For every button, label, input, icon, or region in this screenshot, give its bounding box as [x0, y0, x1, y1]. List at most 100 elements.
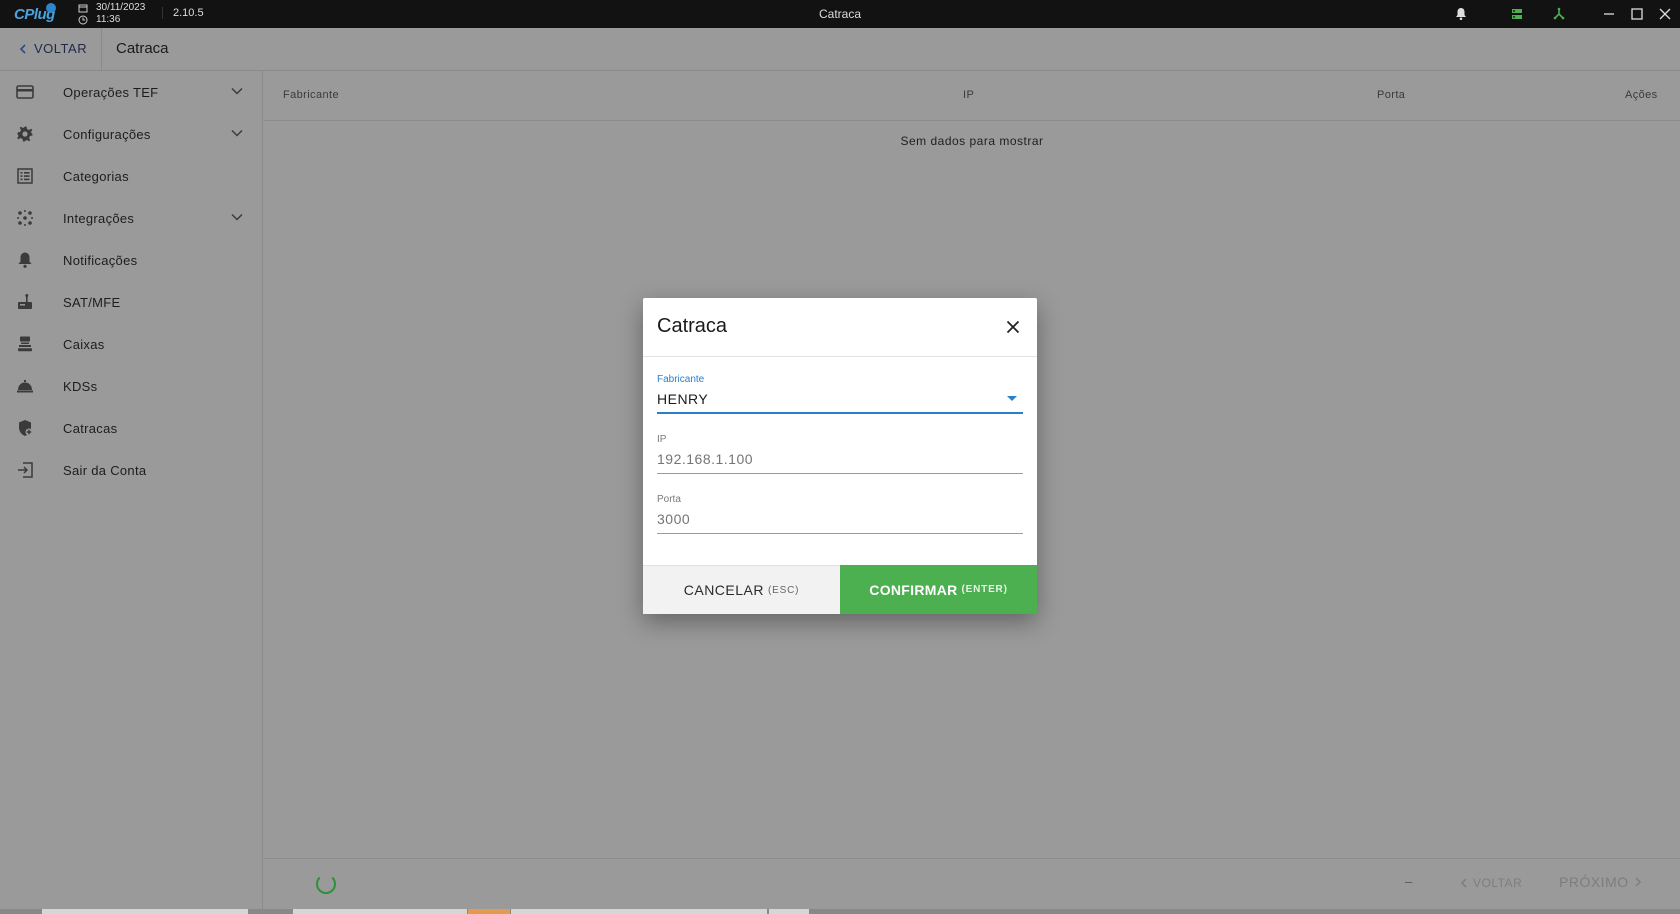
time-text: 11:36 — [96, 14, 121, 25]
sidebar-item-label: Operações TEF — [63, 84, 159, 100]
sat-device-icon — [15, 292, 35, 312]
cancel-button-label: CANCELAR — [683, 582, 764, 598]
close-window-icon[interactable] — [1657, 6, 1673, 22]
cancel-shortcut-hint: (ESC) — [768, 584, 800, 596]
minimize-icon[interactable] — [1601, 6, 1617, 22]
field-underline — [657, 412, 1023, 414]
taskbar-segment — [769, 909, 809, 914]
dialog-close-button[interactable] — [1003, 317, 1023, 337]
confirm-button-label: CONFIRMAR — [869, 581, 958, 598]
dropdown-arrow-icon — [1007, 396, 1017, 401]
ip-label: IP — [657, 434, 667, 445]
dialog-header: Catraca — [643, 298, 1037, 357]
server-status-icon[interactable] — [1509, 6, 1525, 22]
fabricante-select[interactable]: Fabricante HENRY — [657, 374, 1023, 414]
sidebar-item-categorias[interactable]: Categorias — [0, 155, 263, 197]
clock-icon — [78, 15, 88, 25]
turnstile-icon — [15, 418, 35, 438]
previous-page-button[interactable]: VOLTAR — [1459, 876, 1522, 890]
date-time: 30/11/2023 11:36 — [78, 2, 145, 26]
sidebar-item-label: SAT/MFE — [63, 294, 121, 310]
chevron-down-icon — [230, 84, 246, 100]
sidebar-item-configuracoes[interactable]: Configurações — [0, 113, 263, 155]
porta-input[interactable] — [657, 511, 997, 527]
fabricante-label: Fabricante — [657, 374, 705, 385]
taskbar-segment-active — [468, 909, 510, 914]
confirm-button[interactable]: CONFIRMAR (ENTER) — [840, 565, 1037, 614]
sidebar-item-label: KDSs — [63, 378, 98, 394]
chevron-left-icon — [1460, 878, 1467, 888]
page-header: VOLTAR Catraca — [0, 28, 1680, 71]
column-header-fabricante[interactable]: Fabricante — [283, 89, 339, 101]
porta-field: Porta — [657, 494, 1023, 534]
page-indicator: – — [1405, 874, 1413, 889]
chevron-down-icon — [230, 210, 246, 226]
field-underline — [657, 533, 1023, 534]
dialog-title: Catraca — [657, 315, 728, 337]
next-page-button[interactable]: PRÓXIMO — [1559, 874, 1643, 890]
fabricante-value: HENRY — [657, 391, 709, 407]
sidebar-item-label: Caixas — [63, 336, 105, 352]
ip-input[interactable] — [657, 451, 997, 467]
sidebar-item-label: Sair da Conta — [63, 462, 147, 478]
logo-badge — [46, 3, 56, 13]
taskbar-segment — [293, 909, 467, 914]
chevron-right-icon — [1635, 877, 1641, 887]
porta-label: Porta — [657, 494, 681, 505]
integrations-icon — [15, 208, 35, 228]
sidebar-item-label: Catracas — [63, 420, 118, 436]
catraca-dialog: Catraca Fabricante HENRY IP Porta CANCEL… — [643, 298, 1037, 614]
column-header-ip[interactable]: IP — [963, 89, 974, 101]
back-button-label: VOLTAR — [34, 41, 88, 56]
header-divider — [101, 28, 102, 71]
sidebar-item-label: Categorias — [63, 168, 129, 184]
chevron-down-icon — [230, 126, 246, 142]
sidebar-item-label: Integrações — [63, 210, 135, 226]
kds-icon — [15, 376, 35, 396]
date-text: 30/11/2023 — [96, 2, 146, 13]
sidebar-item-operacoes-tef[interactable]: Operações TEF — [0, 71, 263, 113]
field-underline — [657, 473, 1023, 474]
cash-register-icon — [15, 334, 35, 354]
back-button[interactable]: VOLTAR — [18, 41, 87, 56]
version-text: 2.10.5 — [162, 7, 204, 19]
sidebar-item-sair-da-conta[interactable]: Sair da Conta — [0, 449, 263, 491]
close-icon — [1006, 320, 1020, 334]
list-icon — [15, 166, 35, 186]
dialog-actions: CANCELAR (ESC) CONFIRMAR (ENTER) — [643, 565, 1037, 614]
sidebar-item-notificacoes[interactable]: Notificações — [0, 239, 263, 281]
sidebar-item-label: Configurações — [63, 126, 151, 142]
empty-table-message: Sem dados para mostrar — [900, 134, 1044, 148]
title-bar: CPlug 30/11/2023 11:36 2.10.5 Catraca — [0, 0, 1680, 28]
logout-icon — [15, 460, 35, 480]
sidebar-item-sat-mfe[interactable]: SAT/MFE — [0, 281, 263, 323]
app-logo: CPlug — [14, 3, 56, 24]
loading-spinner-icon — [316, 874, 336, 894]
next-page-label: PRÓXIMO — [1559, 874, 1629, 890]
calendar-icon — [78, 4, 88, 13]
sidebar-item-kdss[interactable]: KDSs — [0, 365, 263, 407]
chevron-left-icon — [19, 43, 26, 54]
column-header-acoes: Ações — [1625, 89, 1658, 101]
notifications-bell-icon[interactable] — [1453, 6, 1469, 22]
maximize-icon[interactable] — [1629, 6, 1645, 22]
confirm-shortcut-hint: (ENTER) — [961, 584, 1008, 595]
previous-page-label: VOLTAR — [1473, 876, 1523, 890]
taskbar-strip — [0, 909, 1680, 914]
table-header: Fabricante IP Porta Ações — [264, 71, 1680, 121]
gear-icon — [15, 124, 35, 144]
taskbar-segment — [42, 909, 248, 914]
credit-card-icon — [15, 82, 35, 102]
window-title: Catraca — [818, 7, 862, 21]
sidebar-item-integracoes[interactable]: Integrações — [0, 197, 263, 239]
sidebar-item-catracas[interactable]: Catracas — [0, 407, 263, 449]
column-header-porta[interactable]: Porta — [1377, 89, 1405, 101]
ip-field: IP — [657, 434, 1023, 474]
sidebar-item-label: Notificações — [63, 252, 138, 268]
network-status-icon[interactable] — [1551, 6, 1567, 22]
cancel-button[interactable]: CANCELAR (ESC) — [643, 565, 840, 614]
sidebar-item-caixas[interactable]: Caixas — [0, 323, 263, 365]
page-title: Catraca — [116, 40, 169, 57]
sidebar: Operações TEF Configurações Categorias I… — [0, 71, 263, 914]
bell-icon — [15, 250, 35, 270]
